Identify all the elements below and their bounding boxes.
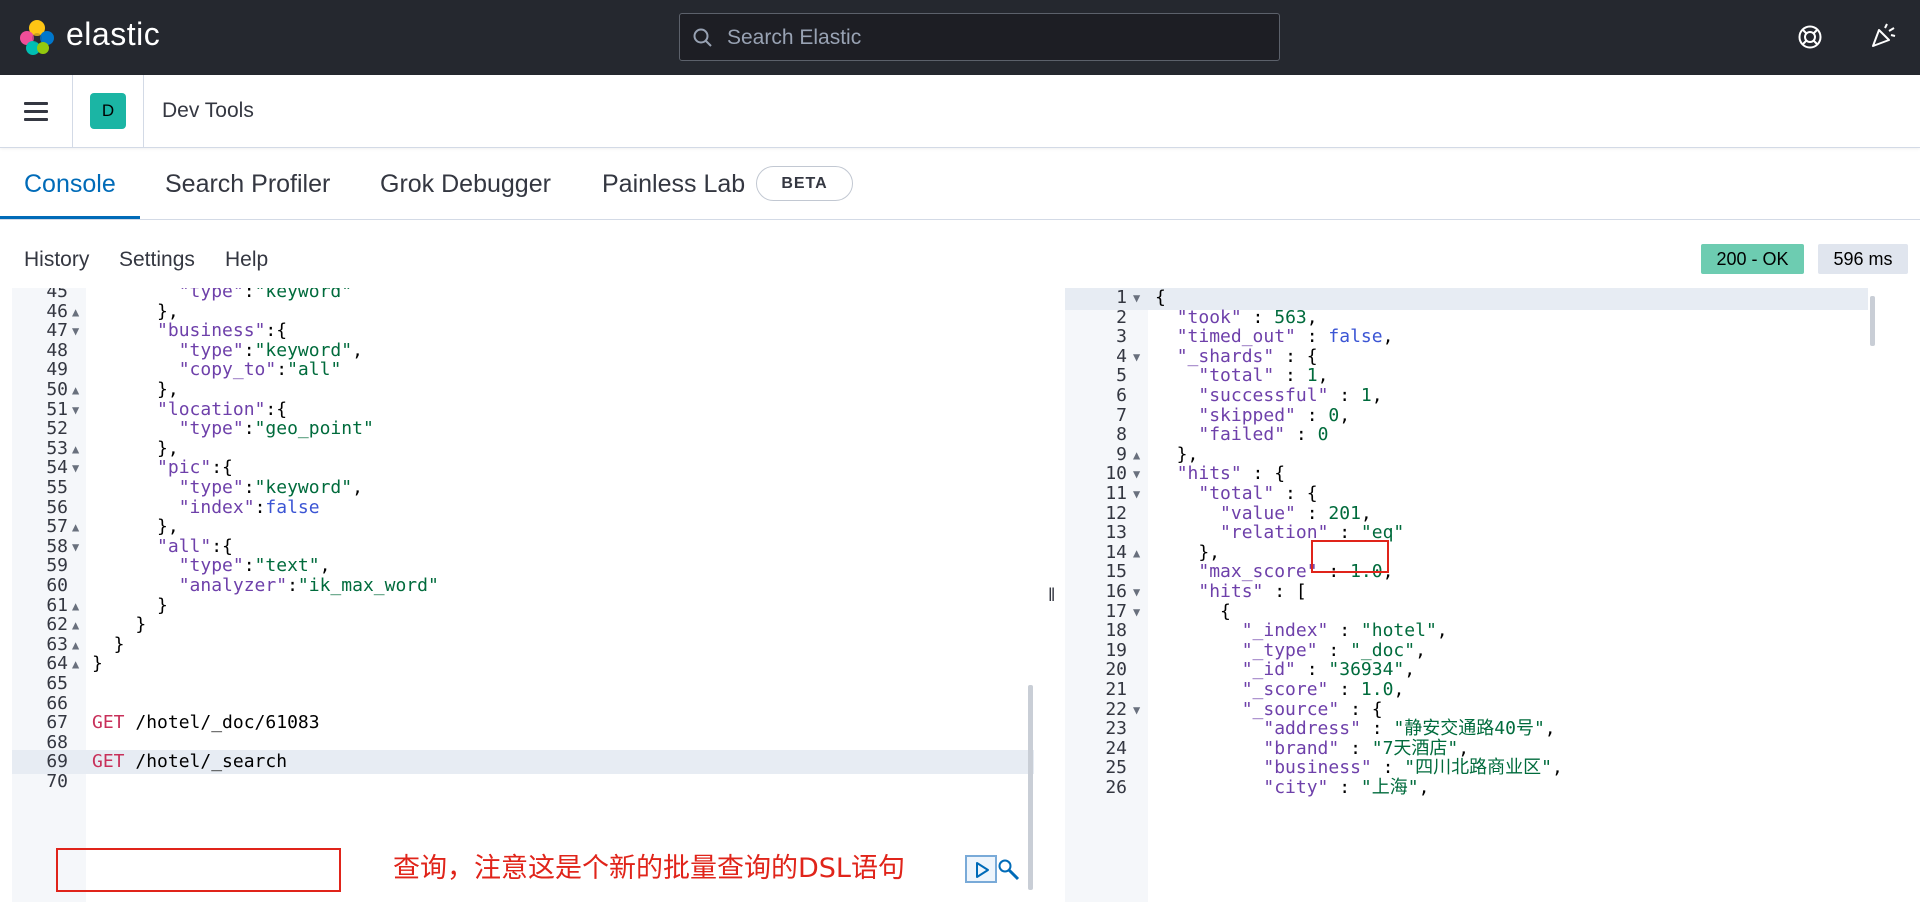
line-number: 26 [1105,777,1127,798]
send-request-button[interactable] [965,855,997,883]
divider [143,75,144,148]
pane-resizer[interactable]: ‖ [1048,585,1055,606]
line-number: 70 [46,771,68,792]
divider [72,75,73,148]
logo-text[interactable]: elastic [66,16,160,53]
annotation-text: 查询，注意这是个新的批量查询的DSL语句 [393,853,905,884]
search-input[interactable]: Search Elastic [679,13,1280,61]
tab-console[interactable]: Console [24,170,116,199]
menu-line [24,118,48,121]
status-badge: 200 - OK [1701,244,1804,274]
newsfeed-icon[interactable] [1869,22,1897,50]
console-toolbar: History Settings Help 200 - OK 596 ms [0,220,1920,288]
beta-badge: BETA [756,166,853,201]
menu-line [24,110,48,113]
help-link[interactable]: Help [225,248,268,272]
search-placeholder: Search Elastic [727,26,862,49]
devtools-tabs: Console Search Profiler Grok Debugger Pa… [0,148,1920,220]
request-time-badge: 596 ms [1818,244,1908,274]
breadcrumb-bar: D Dev Tools [0,75,1920,148]
breadcrumb-dev-tools[interactable]: Dev Tools [162,99,254,123]
wrench-icon[interactable] [996,857,1022,883]
output-scrollbar[interactable] [1870,296,1875,346]
help-icon[interactable] [1797,24,1823,50]
menu-line [24,102,48,105]
elastic-logo-icon[interactable] [18,18,56,56]
tab-grok-debugger[interactable]: Grok Debugger [380,170,551,199]
code-text: "city" : "上海", [1263,777,1430,798]
request-editor[interactable]: 45 "type":"keyword" 46 ▲ }, 47 ▼ "business":… [12,288,1034,902]
search-icon [693,28,712,47]
editor-scrollbar[interactable] [1028,685,1033,890]
response-output[interactable]: 1 ▼{2 "took" : 563, 3 "timed_out" : false,… [1065,288,1868,902]
annotation-box-total [1311,540,1389,573]
tab-painless-lab[interactable]: Painless Lab [602,170,745,199]
annotation-box-request [56,848,341,892]
play-icon [976,862,989,878]
top-header: elastic Search Elastic [0,0,1920,75]
settings-link[interactable]: Settings [119,248,195,272]
space-avatar[interactable]: D [90,93,126,129]
code-line: 26 "city" : "上海", [1065,776,1868,800]
active-tab-indicator [0,216,140,219]
history-link[interactable]: History [24,248,89,272]
menu-toggle-button[interactable] [24,102,48,122]
tab-search-profiler[interactable]: Search Profiler [165,170,330,199]
code-line: 70 [12,770,1034,794]
